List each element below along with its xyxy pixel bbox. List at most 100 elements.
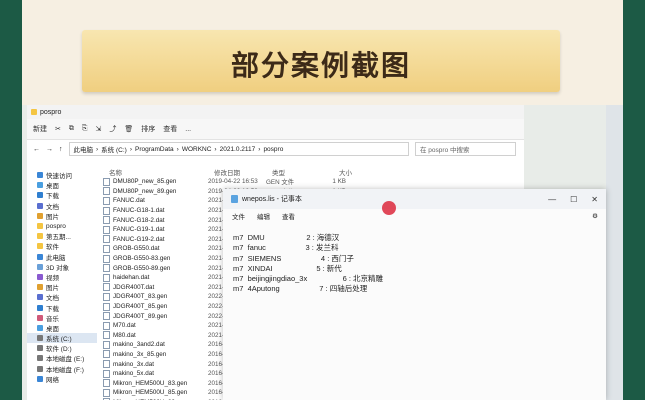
toolbar-item[interactable]: ⧉: [69, 125, 74, 133]
file-icon: [103, 216, 110, 225]
nav-item[interactable]: 下载: [27, 302, 97, 313]
file-icon: [103, 254, 110, 263]
close-icon[interactable]: ✕: [591, 195, 598, 204]
toolbar-item[interactable]: ...: [185, 126, 191, 133]
nav-label: 桌面: [46, 325, 59, 333]
toolbar-item[interactable]: 新建: [33, 124, 47, 134]
file-name-cell: makino_3x_85.gen: [103, 350, 208, 359]
menu-view[interactable]: 查看: [282, 211, 295, 221]
maximize-icon[interactable]: ☐: [570, 195, 577, 204]
toolbar-item[interactable]: 查看: [163, 124, 177, 134]
file-name: GROB-G550-89.gen: [113, 264, 171, 272]
file-name: DMU80P_new_85.gen: [113, 178, 177, 186]
nav-item[interactable]: 系统 (C:): [27, 333, 97, 344]
file-icon: [103, 388, 110, 397]
nav-item[interactable]: 软件 (D:): [27, 343, 97, 353]
screenshot-area: pospro 新建 ✂ ⧉ ⎘ ⇲ ⤴ 🗑 排序 查看... ← → ↑ 此电脑 › 系统 (C:)…: [22, 105, 623, 400]
nav-icon: [37, 294, 43, 301]
notepad-icon: [231, 195, 238, 203]
minimize-icon[interactable]: —: [548, 195, 556, 204]
nav-label: pospro: [46, 222, 66, 230]
nav-item[interactable]: 此电脑: [27, 252, 97, 262]
nav-item[interactable]: 下载: [27, 190, 97, 200]
nav-item[interactable]: 网络: [27, 374, 97, 384]
toolbar-item[interactable]: ⤴: [109, 124, 116, 134]
forward-arrow-icon[interactable]: →: [46, 146, 53, 153]
file-row[interactable]: DMU80P_new_85.gen 2019-04-22 16:53 GEN 文件 1…: [97, 177, 524, 187]
file-date: 2019-04-22 16:53: [208, 178, 258, 186]
breadcrumb-separator-icon: ›: [129, 145, 132, 153]
nav-item[interactable]: 文档: [27, 292, 97, 302]
breadcrumb-segment[interactable]: pospro: [263, 146, 283, 153]
breadcrumb-segment[interactable]: 系统 (C:): [101, 144, 127, 154]
file-name: GROB-G550-83.gen: [113, 255, 171, 263]
file-name-cell: makino_3x.dat: [103, 360, 208, 369]
nav-label: 网络: [46, 376, 59, 384]
breadcrumb-segment[interactable]: 2021.0.2117: [220, 146, 256, 153]
nav-label: 3D 对象: [46, 264, 70, 272]
nav-item[interactable]: 桌面: [27, 180, 97, 190]
col-date[interactable]: 修改日期: [214, 167, 272, 177]
notepad-line: m7 4Aputong 7 : 四轴后处理: [233, 284, 368, 294]
nav-item[interactable]: 图片: [27, 282, 97, 292]
breadcrumb-segment[interactable]: 此电脑: [74, 144, 94, 154]
file-name-cell: JDGR400T_85.gen: [103, 302, 208, 311]
nav-item[interactable]: 3D 对象: [27, 262, 97, 272]
nav-icon: [37, 233, 43, 240]
search-input[interactable]: 在 pospro 中搜索: [415, 142, 516, 156]
nav-item[interactable]: 桌面: [27, 323, 97, 333]
col-size[interactable]: 大小: [322, 167, 352, 177]
col-type[interactable]: 类型: [272, 167, 322, 177]
nav-item[interactable]: 本地磁盘 (F:): [27, 364, 97, 374]
nav-item[interactable]: 快速访问: [27, 170, 97, 180]
nav-item[interactable]: 软件: [27, 241, 97, 251]
toolbar-item[interactable]: ⇲: [95, 125, 101, 133]
breadcrumb-segment[interactable]: ProgramData: [135, 146, 174, 153]
nav-label: 音乐: [46, 315, 59, 323]
file-icon: [103, 292, 110, 301]
nav-item[interactable]: 图片: [27, 211, 97, 221]
breadcrumb-separator-icon: ›: [176, 145, 179, 153]
toolbar-item[interactable]: 排序: [141, 124, 155, 134]
menu-file[interactable]: 文件: [232, 211, 245, 221]
nav-label: 系统 (C:): [46, 336, 72, 344]
nav-label: 下载: [46, 305, 59, 313]
nav-item[interactable]: 音乐: [27, 313, 97, 323]
file-name: FANUC-G19-2.dat: [113, 235, 165, 243]
file-icon: [103, 312, 110, 321]
explorer-tab[interactable]: pospro: [31, 109, 61, 116]
file-icon: [103, 302, 110, 311]
file-icon: [103, 379, 110, 388]
file-name-cell: GROB-G550-83.gen: [103, 254, 208, 263]
window-controls: — ☐ ✕: [548, 195, 606, 204]
nav-item[interactable]: 第五期...: [27, 231, 97, 241]
nav-label: 此电脑: [46, 254, 66, 262]
nav-icon: [37, 182, 43, 189]
tab-title: pospro: [40, 108, 62, 116]
file-name: haidehan.dat: [113, 274, 150, 282]
nav-item[interactable]: pospro: [27, 221, 97, 231]
col-name[interactable]: 名称: [109, 167, 214, 177]
back-arrow-icon[interactable]: ←: [33, 146, 40, 153]
file-name: Mikron_HEM500U_83.gen: [113, 379, 188, 387]
file-icon: [103, 264, 110, 273]
file-icon: [103, 244, 110, 253]
notepad-text-area[interactable]: m7 DMU 2 : 海德汉 m7 fanuc 3 : 发兰科 m7 SIEMENS…: [223, 223, 606, 295]
address-bar[interactable]: 此电脑 › 系统 (C:) › ProgramData › WORKNC › 2021.0.21…: [68, 142, 409, 156]
toolbar-item[interactable]: ⎘: [82, 125, 88, 133]
file-type: GEN 文件: [266, 179, 294, 187]
up-arrow-icon[interactable]: ↑: [59, 146, 63, 153]
file-name-cell: FANUC-G19-1.dat: [103, 225, 208, 234]
nav-icon: [37, 273, 43, 280]
settings-gear-icon[interactable]: ⚙: [592, 212, 598, 220]
file-name: JDGR400T_85.gen: [113, 303, 168, 311]
breadcrumb-segment[interactable]: WORKNC: [182, 146, 212, 153]
toolbar-item[interactable]: ✂: [55, 125, 61, 133]
nav-item[interactable]: 视频: [27, 272, 97, 282]
nav-item[interactable]: 文档: [27, 201, 97, 211]
nav-item[interactable]: 本地磁盘 (E:): [27, 353, 97, 363]
nav-label: 软件: [46, 244, 59, 252]
file-name-cell: haidehan.dat: [103, 273, 208, 282]
menu-edit[interactable]: 编辑: [257, 211, 270, 221]
toolbar-item[interactable]: 🗑: [124, 125, 133, 133]
